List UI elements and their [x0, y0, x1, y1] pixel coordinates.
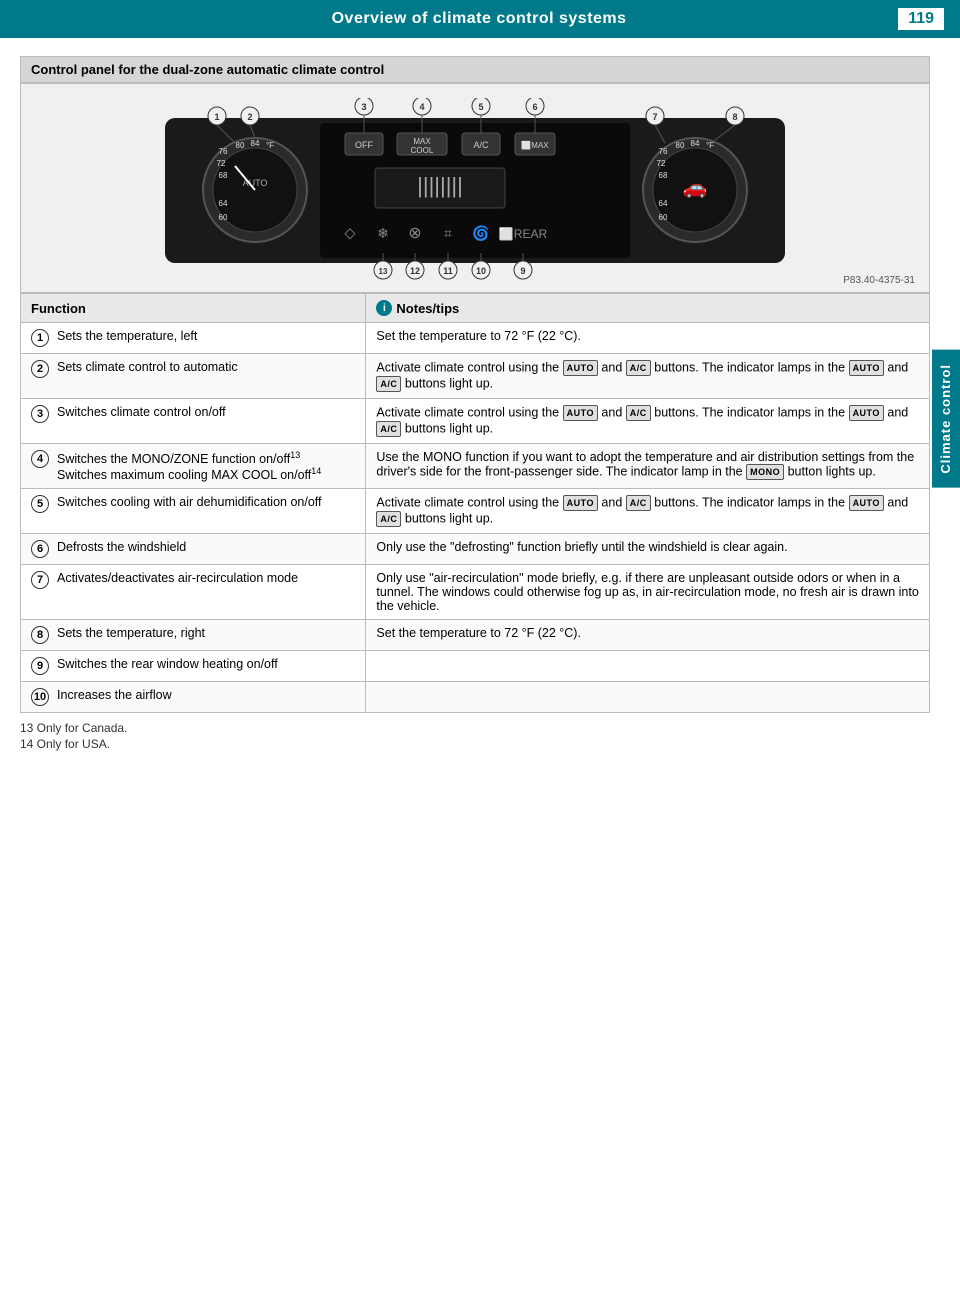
svg-text:10: 10: [476, 266, 486, 276]
notes-cell: [366, 682, 930, 713]
footnote-14: 14 Only for USA.: [20, 737, 930, 751]
svg-text:60: 60: [659, 213, 668, 222]
notes-cell: Use the MONO function if you want to ado…: [366, 444, 930, 489]
table-row: 3 Switches climate control on/off Activa…: [21, 399, 930, 444]
notes-cell: Set the temperature to 72 °F (22 °C).: [366, 323, 930, 354]
svg-text:76: 76: [659, 147, 668, 156]
table-row: 2 Sets climate control to automatic Acti…: [21, 354, 930, 399]
notes-cell: Activate climate control using the AUTO …: [366, 399, 930, 444]
svg-text:12: 12: [410, 266, 420, 276]
notes-cell: Only use "air-recirculation" mode briefl…: [366, 565, 930, 620]
svg-text:76: 76: [219, 147, 228, 156]
svg-text:7: 7: [652, 112, 657, 122]
notes-cell: Only use the "defrosting" function brief…: [366, 534, 930, 565]
svg-text:❄: ❄: [377, 225, 389, 241]
function-cell: 5 Switches cooling with air dehumidifica…: [21, 489, 366, 534]
footnotes: 13 Only for Canada. 14 Only for USA.: [20, 721, 930, 751]
function-cell: 8 Sets the temperature, right: [21, 620, 366, 651]
notes-cell: [366, 651, 930, 682]
svg-text:64: 64: [659, 199, 668, 208]
svg-text:13: 13: [379, 267, 388, 276]
svg-text:1: 1: [214, 112, 219, 122]
info-icon: i: [376, 300, 392, 316]
svg-text:72: 72: [657, 159, 666, 168]
svg-text:⬜MAX: ⬜MAX: [521, 140, 549, 150]
svg-text:80: 80: [676, 141, 685, 150]
notes-cell: Activate climate control using the AUTO …: [366, 354, 930, 399]
table-row: 5 Switches cooling with air dehumidifica…: [21, 489, 930, 534]
svg-text:84: 84: [251, 139, 260, 148]
svg-text:11: 11: [443, 266, 453, 276]
svg-text:⊗: ⊗: [408, 225, 421, 242]
svg-text:68: 68: [659, 171, 668, 180]
function-cell: 3 Switches climate control on/off: [21, 399, 366, 444]
function-cell: 1 Sets the temperature, left: [21, 323, 366, 354]
header-title: Overview of climate control systems: [60, 10, 898, 28]
table-row: 7 Activates/deactivates air-recirculatio…: [21, 565, 930, 620]
function-cell: 9 Switches the rear window heating on/of…: [21, 651, 366, 682]
svg-text:80: 80: [236, 141, 245, 150]
table-row: 1 Sets the temperature, left Set the tem…: [21, 323, 930, 354]
diagram-box: AUTO 68 72 76 80 84 °F 64 60 OFF MAX COO…: [20, 83, 930, 293]
col-function-header: Function: [21, 294, 366, 323]
svg-text:4: 4: [419, 102, 424, 112]
info-table: Function i Notes/tips 1 Sets the tempera…: [20, 293, 930, 713]
svg-text:MAX: MAX: [413, 137, 431, 146]
svg-text:||||||||: ||||||||: [417, 173, 463, 198]
svg-text:🚗: 🚗: [683, 177, 708, 199]
table-row: 9 Switches the rear window heating on/of…: [21, 651, 930, 682]
svg-text:60: 60: [219, 213, 228, 222]
svg-text:⬜REAR: ⬜REAR: [499, 227, 548, 241]
notes-cell: Set the temperature to 72 °F (22 °C).: [366, 620, 930, 651]
panel-title: Control panel for the dual-zone automati…: [20, 56, 930, 83]
svg-text:5: 5: [478, 102, 483, 112]
notes-cell: Activate climate control using the AUTO …: [366, 489, 930, 534]
svg-text:6: 6: [532, 102, 537, 112]
svg-text:84: 84: [691, 139, 700, 148]
svg-text:64: 64: [219, 199, 228, 208]
svg-text:🌀: 🌀: [472, 224, 489, 242]
svg-text:3: 3: [361, 102, 366, 112]
svg-text:COOL: COOL: [411, 146, 434, 155]
climate-diagram: AUTO 68 72 76 80 84 °F 64 60 OFF MAX COO…: [135, 98, 815, 283]
svg-text:A/C: A/C: [473, 140, 489, 150]
table-row: 6 Defrosts the windshield Only use the "…: [21, 534, 930, 565]
svg-text:9: 9: [520, 266, 525, 276]
table-row: 10 Increases the airflow: [21, 682, 930, 713]
col-notes-header: i Notes/tips: [366, 294, 930, 323]
function-cell: 10 Increases the airflow: [21, 682, 366, 713]
svg-text:⌗: ⌗: [444, 225, 452, 241]
header-page: 119: [898, 8, 944, 30]
svg-text:68: 68: [219, 171, 228, 180]
svg-text:⬦: ⬦: [344, 225, 356, 242]
function-cell: 4 Switches the MONO/ZONE function on/off…: [21, 444, 366, 489]
header-bar: Overview of climate control systems 119: [0, 0, 960, 38]
svg-text:8: 8: [732, 112, 737, 122]
diagram-credit: P83.40-4375-31: [843, 275, 915, 286]
table-row: 4 Switches the MONO/ZONE function on/off…: [21, 444, 930, 489]
svg-text:OFF: OFF: [355, 140, 373, 150]
main-content: Control panel for the dual-zone automati…: [0, 38, 960, 771]
table-row: 8 Sets the temperature, right Set the te…: [21, 620, 930, 651]
function-cell: 2 Sets climate control to automatic: [21, 354, 366, 399]
footnote-13: 13 Only for Canada.: [20, 721, 930, 735]
svg-text:°F: °F: [706, 141, 714, 150]
function-cell: 6 Defrosts the windshield: [21, 534, 366, 565]
function-cell: 7 Activates/deactivates air-recirculatio…: [21, 565, 366, 620]
side-tab-climate-control: Climate control: [932, 350, 960, 488]
svg-text:°F: °F: [266, 141, 274, 150]
svg-text:72: 72: [217, 159, 226, 168]
svg-text:2: 2: [247, 112, 252, 122]
